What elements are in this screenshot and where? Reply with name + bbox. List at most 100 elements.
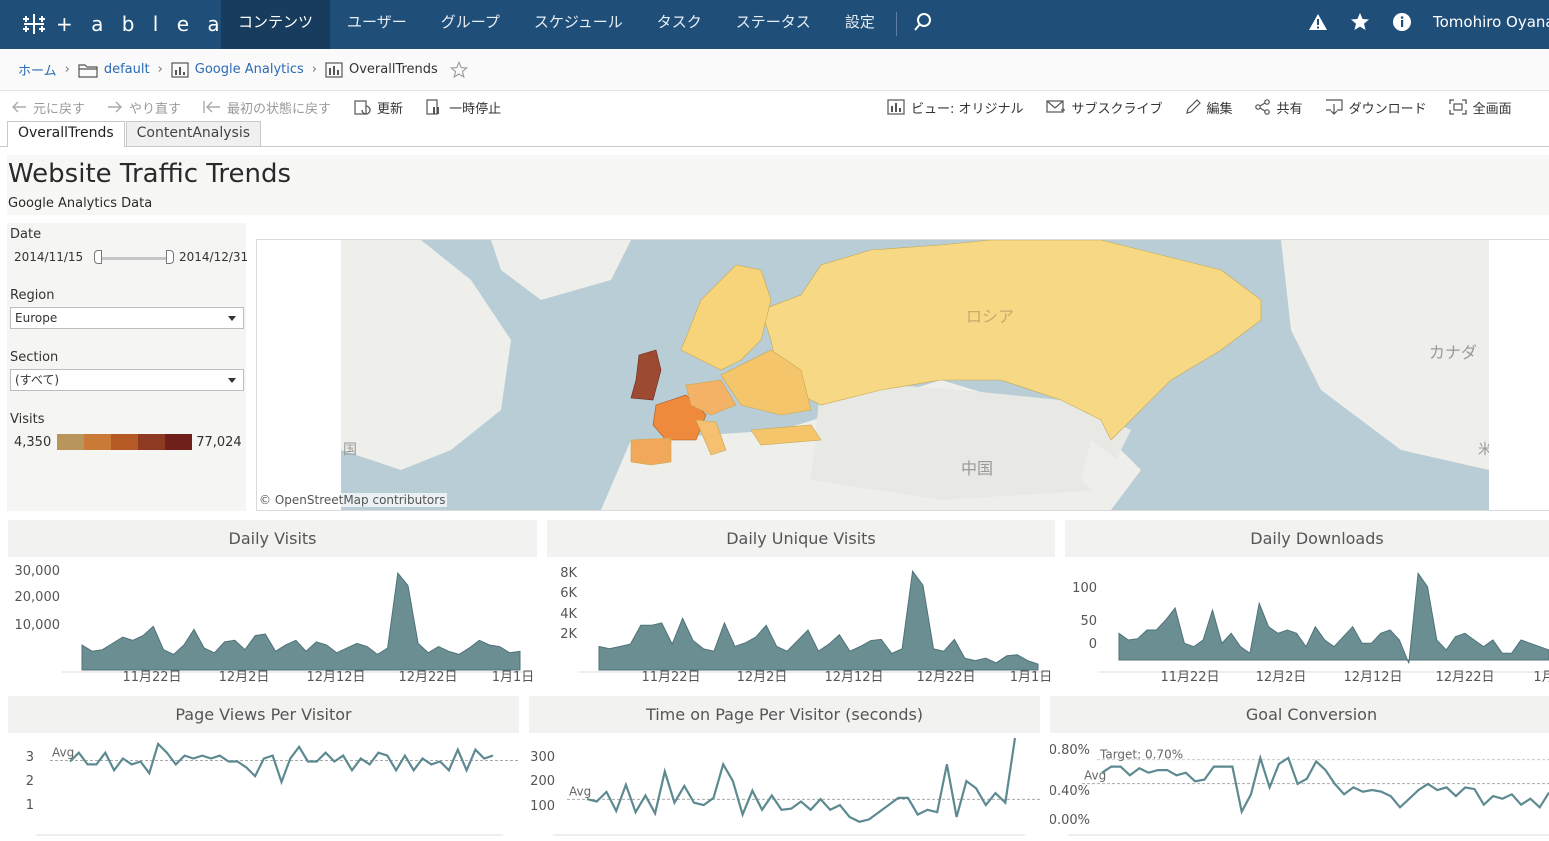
redo-button[interactable]: やり直す [96,98,192,117]
arrow-right-icon [108,101,123,113]
y-tick-label: 50 [1080,614,1097,629]
chart-title-goal-conversion-text: Goal Conversion [1245,705,1378,724]
x-tick-label: 12月2日 [737,670,788,683]
x-tick-label: 11月22日 [1160,670,1219,683]
revert-button[interactable]: 最初の状態に戻す [192,98,342,117]
search-icon [914,13,931,31]
y-tick-label: 8K [560,566,577,581]
map-label-partial: 米 [1478,442,1489,458]
nav-content[interactable]: コンテンツ [221,0,331,49]
chart-title-time-on-page: Time on Page Per Visitor (seconds) [529,696,1040,733]
mail-icon [1045,100,1065,113]
help-button[interactable] [1381,0,1423,44]
breadcrumb-home[interactable]: ホーム [18,60,57,79]
slider-track[interactable] [96,257,168,260]
info-icon [1393,13,1411,31]
x-tick-label: 12月22日 [398,670,457,683]
chart-title-daily-unique-visits: Daily Unique Visits [547,520,1055,557]
nav-settings[interactable]: 設定 [828,0,892,49]
map-credit: © OpenStreetMap contributors [257,493,448,507]
y-tick-label: 6K [560,586,577,601]
favorites-button[interactable] [1339,0,1381,44]
y-tick-label: 0.00% [1050,813,1090,828]
chart-title-daily-downloads-text: Daily Downloads [1250,529,1384,548]
tableau-cross-icon [23,14,45,34]
map-svg: ロシア 中国 カナダ 国 米 [341,240,1489,510]
breadcrumb-project[interactable]: default [78,62,150,78]
x-tick-label: 12月2日 [219,670,270,683]
visits-map[interactable]: ロシア 中国 カナダ 国 米 [341,240,1489,510]
download-icon [1325,99,1343,115]
daily-unique-visits-chart[interactable]: 8K 6K 4K 2K 11月22日 12月2日 12月12日 12月22日 1月1日 [547,558,1055,683]
page-views-chart[interactable]: Avg 3 2 1 [8,734,519,841]
slider-start-handle[interactable] [94,250,102,264]
view-button[interactable]: ビュー: オリジナル [876,98,1035,117]
nav-search-button[interactable] [901,0,945,44]
nav-divider [895,12,897,36]
nav-users[interactable]: ユーザー [330,0,424,49]
tab-overall-trends[interactable]: OverallTrends [7,121,125,147]
pause-icon [426,99,440,115]
scandinavia-region[interactable] [680,264,772,371]
download-button[interactable]: ダウンロード [1314,98,1438,117]
series-line [586,737,1017,823]
undo-button[interactable]: 元に戻す [0,98,96,117]
time-on-page-chart[interactable]: Avg 300 200 100 [529,734,1040,841]
map-label-canada: カナダ [1429,343,1477,362]
ramp-step [111,434,139,450]
daily-downloads-chart[interactable]: 100 50 0 11月22日 12月2日 12月12日 12月22日 1月 [1065,558,1549,683]
average-label: Avg [1084,769,1106,783]
pause-label: 一時停止 [449,101,502,117]
visits-color-legend: 4,350 77,024 [14,434,242,450]
x-tick-label: 1月 [1533,670,1549,683]
region-dropdown[interactable]: Europe [10,307,244,329]
chart-title-daily-visits: Daily Visits [8,520,537,557]
breadcrumb-workbook[interactable]: Google Analytics [171,61,304,78]
share-label: 共有 [1276,101,1303,117]
refresh-button[interactable]: 更新 [342,98,414,117]
x-tick-label: 12月2日 [1256,670,1307,683]
x-tick-label: 12月22日 [916,670,975,683]
map-label-russia: ロシア [966,307,1014,326]
filter-panel: Date 2014/11/15 2014/12/31 Region Europe… [7,223,248,511]
view-toolbar: 元に戻す やり直す 最初の状態に戻す 更新 一時停止 ビュー: オリジナル サブ… [0,92,1549,122]
undo-label: 元に戻す [33,101,86,117]
favorite-star-icon[interactable] [449,60,468,79]
subscribe-button[interactable]: サブスクライブ [1035,98,1174,117]
nav-groups[interactable]: グループ [424,0,517,49]
daily-visits-chart[interactable]: 30,000 20,000 10,000 11月22日 12月2日 12月12日 12月22… [8,558,537,683]
alerts-button[interactable] [1297,0,1339,44]
uk-region[interactable] [630,349,662,401]
user-menu[interactable]: Tomohiro Oyana [1423,13,1549,31]
y-tick-label: 4K [560,607,577,622]
slider-end-handle[interactable] [166,250,174,264]
y-tick-label: 30,000 [15,564,61,579]
goal-conversion-chart[interactable]: Avg Target: 0.70% 0.80% 0.40% 0.00% [1050,734,1549,841]
color-ramp [57,434,193,450]
pause-button[interactable]: 一時停止 [414,98,512,117]
dashboard: Website Traffic Trends Google Analytics … [0,147,1549,841]
nav-status[interactable]: ステータス [719,0,828,49]
section-dropdown[interactable]: (すべて) [10,369,244,391]
redo-label: やり直す [129,101,182,117]
view-icon [325,61,343,78]
fullscreen-button[interactable]: 全画面 [1438,98,1523,117]
breadcrumb-workbook-label[interactable]: Google Analytics [195,62,304,77]
x-tick-label: 12月12日 [1343,670,1402,683]
iberia-region[interactable] [630,437,672,466]
toolbar-left: 元に戻す やり直す 最初の状態に戻す 更新 一時停止 [0,98,512,117]
tab-content-analysis[interactable]: ContentAnalysis [125,121,262,146]
average-label: Avg [569,784,591,798]
edit-button[interactable]: 編集 [1174,98,1244,117]
y-tick-label: 0.80% [1050,743,1090,758]
map-label-china: 中国 [961,459,993,478]
dashboard-subtitle: Google Analytics Data [8,196,153,211]
nav-schedules[interactable]: スケジュール [517,0,640,49]
x-tick-label: 1月1日 [1010,670,1053,683]
x-tick-label: 11月22日 [122,670,181,683]
breadcrumb: ホーム › default › Google Analytics › Overa… [0,49,1549,91]
breadcrumb-project-label[interactable]: default [104,62,150,77]
share-button[interactable]: 共有 [1244,98,1314,117]
ramp-step [138,434,166,450]
nav-tasks[interactable]: タスク [640,0,719,49]
